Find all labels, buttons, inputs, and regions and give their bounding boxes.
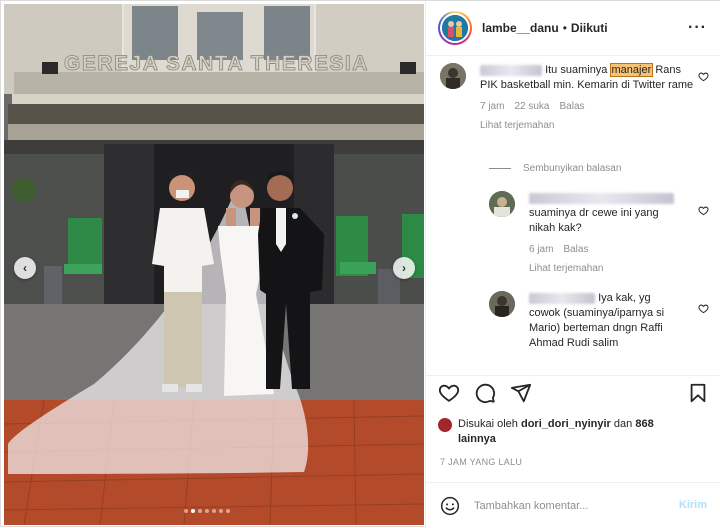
emoji-icon[interactable] [440, 496, 460, 516]
redacted-username [529, 192, 674, 204]
likes-summary: Disukai oleh dori_dori_nyinyir dan 868 l… [438, 417, 668, 447]
carousel-dot [212, 509, 216, 513]
send-icon[interactable] [510, 382, 532, 404]
chevron-left-icon: ‹ [23, 261, 27, 275]
likes-joiner: dan [613, 418, 633, 430]
liker-username[interactable]: dori_dori_nyinyir [521, 418, 611, 430]
more-horizontal-icon[interactable]: ··· [688, 19, 707, 37]
see-translation-link[interactable]: Lihat terjemahan [480, 118, 695, 133]
likes-prefix: Disukai oleh [458, 418, 518, 430]
comment-time: 6 jam [529, 244, 554, 255]
chevron-right-icon: › [402, 261, 406, 275]
reply-item: suaminya dr cewe ini yang nikah kak? 6 j… [489, 191, 709, 276]
header-separator: • [562, 21, 567, 35]
commenter-avatar[interactable] [489, 291, 515, 317]
comment-heart-icon[interactable] [698, 303, 709, 314]
comment-heart-icon[interactable] [698, 205, 709, 216]
comment-text-part: Itu suaminya [545, 64, 608, 76]
post-action-bar [426, 375, 720, 413]
carousel-dot [198, 509, 202, 513]
post-side-panel: lambe__danu • Diikuti ··· Itu suaminya m… [425, 1, 720, 528]
comment-text: Itu suaminya manajer Rans PIK basketball… [480, 63, 695, 93]
hide-replies-button[interactable]: Sembunyikan balasan [489, 163, 621, 174]
comment-reply-button[interactable]: Balas [559, 99, 584, 114]
carousel-next-button[interactable]: › [393, 257, 415, 279]
carousel-indicator [184, 509, 230, 513]
post-photo[interactable]: GEREJA SANTA THERESIA ‹ › [4, 4, 424, 525]
carousel-dot [226, 509, 230, 513]
liker-avatar[interactable] [438, 418, 452, 432]
see-translation-link[interactable]: Lihat terjemahan [529, 261, 679, 276]
carousel-prev-button[interactable]: ‹ [14, 257, 36, 279]
commenter-avatar[interactable] [489, 191, 515, 217]
comments-list: Itu suaminya manajer Rans PIK basketball… [426, 57, 720, 375]
comment-time: 7 jam [480, 101, 505, 112]
redacted-username [480, 64, 542, 76]
comment-heart-icon[interactable] [698, 71, 709, 82]
following-button[interactable]: Diikuti [571, 21, 608, 35]
bookmark-icon[interactable] [687, 382, 709, 404]
comment-icon[interactable] [474, 382, 496, 404]
hide-replies-label: Sembunyikan balasan [523, 163, 622, 174]
instagram-post-window: GEREJA SANTA THERESIA ‹ › lambe__danu • … [0, 0, 720, 528]
author-username[interactable]: lambe__danu [482, 21, 559, 35]
comment-text-part: suaminya dr cewe ini yang nikah kak? [529, 207, 659, 234]
comment-meta: 7 jam 22 suka Balas [480, 99, 695, 114]
comment-like-count[interactable]: 22 suka [514, 99, 549, 114]
author-avatar[interactable] [438, 11, 472, 45]
post-header: lambe__danu • Diikuti ··· [426, 1, 720, 56]
comment-text: Iya kak, yg cowok (suaminya/iparnya si M… [529, 291, 679, 351]
comment-input[interactable] [474, 499, 664, 512]
wedding-photo-illustration: GEREJA SANTA THERESIA [4, 4, 424, 525]
comment-reply-button[interactable]: Balas [563, 242, 588, 257]
avatar-illustration [442, 15, 468, 41]
redacted-username [529, 292, 595, 304]
reply-item: Iya kak, yg cowok (suaminya/iparnya si M… [489, 291, 709, 351]
carousel-dot [184, 509, 188, 513]
comment-text: suaminya dr cewe ini yang nikah kak? [529, 191, 679, 236]
comment-meta: 6 jam Balas [529, 242, 679, 257]
comment-composer: Kirim [426, 482, 720, 528]
post-comment-button[interactable]: Kirim [679, 499, 707, 511]
highlighted-word: manajer [609, 63, 654, 77]
carousel-dot [219, 509, 223, 513]
carousel-dot [205, 509, 209, 513]
post-timestamp: 7 JAM YANG LALU [440, 457, 523, 467]
comment-item: Itu suaminya manajer Rans PIK basketball… [440, 63, 710, 133]
carousel-dot-active [191, 509, 195, 513]
commenter-avatar[interactable] [440, 63, 466, 89]
church-sign-text: GEREJA SANTA THERESIA [64, 52, 369, 75]
heart-icon[interactable] [438, 382, 460, 404]
